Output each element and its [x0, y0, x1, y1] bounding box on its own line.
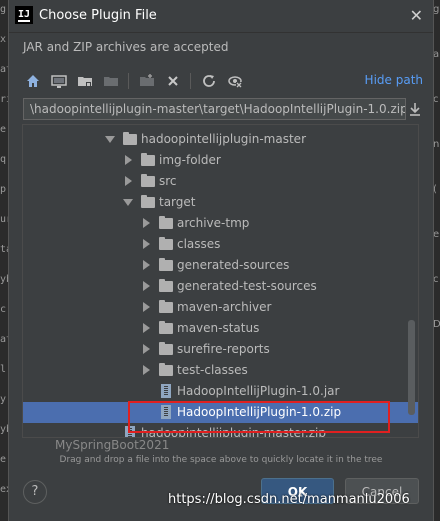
background-text-fragment: x	[0, 34, 7, 45]
hide-path-link[interactable]: Hide path	[365, 73, 423, 87]
module-icon	[101, 70, 121, 92]
dialog-title: Choose Plugin File	[39, 8, 157, 23]
show-hidden-icon[interactable]	[225, 70, 245, 92]
toolbar-separator	[190, 73, 191, 89]
project-icon[interactable]	[75, 70, 95, 92]
collapse-arrow-icon[interactable]	[143, 239, 150, 249]
toolbar-separator	[128, 73, 129, 89]
watermark: https://blog.csdn.net/manmanlu2006	[168, 492, 410, 507]
collapse-arrow-icon[interactable]	[143, 344, 150, 354]
tree-item-label: surefire-reports	[177, 342, 270, 356]
tree-item-label: hadoopintellijplugin-master	[141, 132, 306, 146]
tree-item-label: maven-status	[177, 321, 260, 335]
background-text-fragment: D	[433, 319, 440, 330]
collapse-arrow-icon[interactable]	[143, 218, 150, 228]
tree-item-label: test-classes	[177, 363, 248, 377]
refresh-icon[interactable]	[199, 70, 219, 92]
collapse-arrow-icon[interactable]	[125, 176, 132, 186]
tree-item-label: generated-sources	[177, 258, 290, 272]
close-icon[interactable]: ✕	[410, 6, 423, 25]
collapse-arrow-icon[interactable]	[143, 323, 150, 333]
file-tree[interactable]: hadoopintellijplugin-master img-folder s…	[22, 124, 419, 438]
tree-item[interactable]: target	[23, 192, 418, 213]
tree-scrollbar[interactable]	[408, 320, 415, 415]
tree-item[interactable]: classes	[23, 234, 418, 255]
choose-plugin-file-dialog: IJ Choose Plugin File ✕ JAR and ZIP arch…	[8, 0, 434, 521]
background-text-fragment: q	[0, 154, 7, 165]
tree-item-label: img-folder	[159, 153, 221, 167]
folder-icon	[159, 279, 173, 292]
folder-icon	[141, 174, 155, 187]
path-input[interactable]: \hadoopintellijplugin-master\target\Hado…	[23, 98, 406, 120]
collapse-arrow-icon[interactable]	[143, 302, 150, 312]
tree-item[interactable]: test-classes	[23, 360, 418, 381]
tree-item[interactable]: img-folder	[23, 150, 418, 171]
tree-item-label: target	[159, 195, 196, 209]
folder-icon	[159, 300, 173, 313]
tree-item[interactable]: HadoopIntellijPlugin-1.0.jar	[23, 381, 418, 402]
folder-icon	[141, 195, 155, 208]
tree-item[interactable]: surefire-reports	[23, 339, 418, 360]
expand-arrow-icon[interactable]	[123, 199, 133, 206]
background-text-fragment: e	[0, 124, 7, 135]
home-icon[interactable]	[23, 70, 43, 92]
help-button[interactable]: ?	[23, 480, 47, 504]
background-text-fragment: y	[0, 394, 7, 405]
archive-file-icon	[161, 384, 171, 398]
tree-item-label: archive-tmp	[177, 216, 250, 230]
background-text-fragment: c	[0, 304, 7, 315]
download-icon[interactable]	[407, 101, 423, 117]
tree-item-label: maven-archiver	[177, 300, 272, 314]
tree-item-label: classes	[177, 237, 221, 251]
highlight-annotation-box	[128, 401, 390, 433]
tree-item-label: generated-test-sources	[177, 279, 317, 293]
background-text-fragment: g	[0, 4, 7, 15]
dialog-description: JAR and ZIP archives are accepted	[23, 40, 229, 54]
tree-item-label: HadoopIntellijPlugin-1.0.jar	[177, 384, 340, 398]
background-text-fragment: p	[0, 184, 7, 195]
folder-icon	[159, 237, 173, 250]
tree-item[interactable]: hadoopintellijplugin-master	[23, 129, 418, 150]
toolbar: Hide path	[23, 70, 423, 92]
collapse-arrow-icon[interactable]	[143, 281, 150, 291]
background-text-fragment: e	[0, 454, 7, 465]
drag-drop-hint: Drag and drop a file into the space abov…	[59, 455, 383, 465]
collapse-arrow-icon[interactable]	[125, 155, 132, 165]
collapse-arrow-icon[interactable]	[143, 365, 150, 375]
folder-icon	[159, 216, 173, 229]
collapse-arrow-icon[interactable]	[143, 260, 150, 270]
tree-item[interactable]: src	[23, 171, 418, 192]
partial-tree-item: MySpringBoot2021	[55, 438, 170, 452]
folder-icon	[159, 342, 173, 355]
intellij-app-icon: IJ	[15, 6, 33, 24]
desktop-icon[interactable]	[49, 70, 69, 92]
title-bar: IJ Choose Plugin File ✕	[9, 0, 433, 33]
folder-icon	[159, 363, 173, 376]
folder-icon	[159, 321, 173, 334]
folder-icon	[159, 258, 173, 271]
new-folder-icon	[137, 70, 157, 92]
delete-icon[interactable]	[163, 70, 183, 92]
tree-item[interactable]: generated-test-sources	[23, 276, 418, 297]
tree-item[interactable]: maven-status	[23, 318, 418, 339]
tree-item[interactable]: maven-archiver	[23, 297, 418, 318]
tree-item-label: src	[159, 174, 177, 188]
tree-item[interactable]: archive-tmp	[23, 213, 418, 234]
tree-item[interactable]: generated-sources	[23, 255, 418, 276]
folder-icon	[141, 153, 155, 166]
folder-icon	[123, 132, 137, 145]
expand-arrow-icon[interactable]	[105, 136, 115, 143]
background-text-fragment: l	[0, 364, 7, 375]
